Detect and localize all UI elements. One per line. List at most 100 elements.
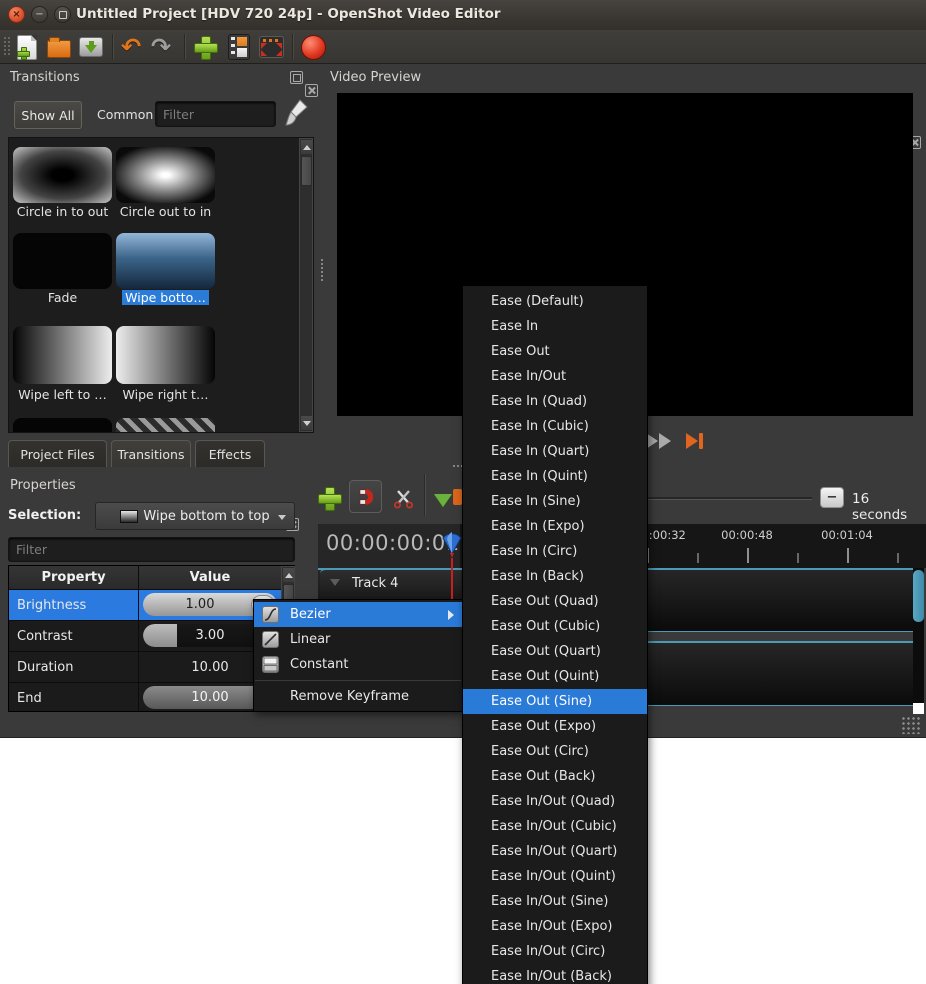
table-row-duration[interactable]: Duration 10.00 (9, 652, 281, 683)
menu-item-ease[interactable]: Ease In (Expo) (463, 514, 647, 539)
jump-end-icon (686, 433, 698, 449)
undo-button[interactable]: ↶ (118, 34, 144, 60)
transition-label-selected[interactable]: Wipe botto… (114, 290, 217, 305)
transition-thumb-partial-stripes[interactable] (116, 418, 215, 433)
properties-filter-input[interactable] (8, 537, 295, 562)
tab-project-files[interactable]: Project Files (8, 440, 107, 467)
transition-label[interactable]: Circle out to in (114, 204, 217, 219)
timeline-scrollbar-thumb[interactable] (913, 570, 924, 622)
scroll-down-arrow[interactable] (301, 416, 312, 430)
redo-button[interactable]: ↷ (148, 34, 174, 60)
menu-item-ease[interactable]: Ease In/Out (Quad) (463, 789, 647, 814)
save-project-button[interactable] (78, 34, 104, 60)
snapping-toggle-button[interactable] (349, 480, 382, 513)
menu-item-ease-out-sine-highlighted[interactable]: Ease Out (Sine) (463, 689, 647, 714)
add-media-button[interactable] (192, 34, 218, 60)
menu-item-ease[interactable]: Ease In (Back) (463, 564, 647, 589)
toolbar-separator (184, 34, 186, 59)
transition-thumb-wipe-left[interactable] (13, 326, 112, 384)
scroll-up-arrow[interactable] (283, 568, 294, 582)
menu-item-ease[interactable]: Ease In/Out (Quart) (463, 839, 647, 864)
playhead-marker-icon[interactable] (440, 529, 464, 559)
screenshot-root: × − Untitled Project [HDV 720 24p] - Ope… (0, 0, 926, 984)
menu-item-ease[interactable]: Ease In/Out (Back) (463, 964, 647, 984)
new-project-button[interactable] (14, 34, 40, 60)
menu-item-linear[interactable]: Linear (254, 627, 462, 652)
menu-item-ease[interactable]: Ease (Default) (463, 289, 647, 314)
fast-forward-button[interactable] (646, 433, 671, 449)
keyframe-context-menu: Bezier Linear Constant Remove Keyframe (253, 599, 463, 712)
export-video-button[interactable] (300, 34, 326, 60)
menu-separator (255, 680, 461, 681)
window-minimize-button[interactable]: − (31, 6, 48, 23)
table-row-brightness[interactable]: Brightness 1.00 (9, 590, 281, 621)
table-row-contrast[interactable]: Contrast 3.00 (9, 621, 281, 652)
common-button[interactable]: Common (93, 101, 157, 127)
menu-item-ease[interactable]: Ease In/Out (Expo) (463, 914, 647, 939)
transition-thumb-wipe-right[interactable] (116, 326, 215, 384)
menu-item-ease[interactable]: Ease In (463, 314, 647, 339)
header-value[interactable]: Value (139, 566, 281, 589)
menu-item-ease[interactable]: Ease Out (Cubic) (463, 614, 647, 639)
transition-label[interactable]: Fade (11, 290, 114, 305)
add-track-button[interactable] (316, 485, 342, 511)
transitions-scrollbar[interactable] (299, 138, 313, 432)
transition-thumb-circle-out[interactable] (116, 147, 215, 203)
transition-label[interactable]: Wipe left to … (11, 387, 114, 402)
menu-item-ease[interactable]: Ease In/Out (463, 364, 647, 389)
selection-dropdown[interactable]: Wipe bottom to top (95, 502, 295, 530)
transition-label[interactable]: Circle in to out (11, 204, 114, 219)
menu-item-ease[interactable]: Ease In/Out (Cubic) (463, 814, 647, 839)
title-editor-button[interactable] (226, 34, 252, 60)
transitions-filter-input[interactable] (155, 101, 276, 127)
property-name: Brightness (9, 590, 139, 620)
menu-item-ease[interactable]: Ease In (Sine) (463, 489, 647, 514)
window-resize-grip[interactable] (901, 716, 921, 734)
tab-transitions[interactable]: Transitions (111, 440, 191, 467)
header-property[interactable]: Property (9, 566, 139, 589)
next-marker-icon[interactable] (453, 489, 462, 505)
menu-item-ease[interactable]: Ease Out (Back) (463, 764, 647, 789)
track-collapse-icon[interactable] (330, 579, 340, 586)
vertical-splitter-handle[interactable] (320, 258, 325, 282)
window-close-button[interactable]: × (8, 6, 25, 23)
scrollbar-thumb[interactable] (301, 156, 312, 186)
panel-close-icon[interactable] (305, 84, 318, 97)
transition-thumb-circle-in[interactable] (13, 147, 112, 203)
clear-filter-brush-icon[interactable] (285, 98, 309, 128)
menu-item-ease[interactable]: Ease In (Quint) (463, 464, 647, 489)
menu-item-ease[interactable]: Ease In (Circ) (463, 539, 647, 564)
menu-item-ease[interactable]: Ease Out (Quart) (463, 639, 647, 664)
menu-item-ease[interactable]: Ease Out (Quad) (463, 589, 647, 614)
menu-item-ease[interactable]: Ease In (Quad) (463, 389, 647, 414)
ease-submenu: Ease (Default) Ease In Ease Out Ease In/… (462, 285, 648, 984)
menu-item-ease[interactable]: Ease Out (Quint) (463, 664, 647, 689)
menu-item-ease[interactable]: Ease Out (Circ) (463, 739, 647, 764)
menu-item-ease[interactable]: Ease In/Out (Quint) (463, 864, 647, 889)
menu-item-constant[interactable]: Constant (254, 652, 462, 677)
tab-effects[interactable]: Effects (195, 440, 265, 467)
menu-item-ease[interactable]: Ease In (Quart) (463, 439, 647, 464)
window-maximize-button[interactable] (54, 6, 71, 23)
menu-item-ease[interactable]: Ease In/Out (Circ) (463, 939, 647, 964)
jump-end-button[interactable] (686, 433, 703, 449)
transition-label[interactable]: Wipe right t… (114, 387, 217, 402)
zoom-out-button[interactable]: − (820, 487, 844, 508)
toolbar-grip[interactable] (3, 36, 10, 57)
panel-float-icon[interactable] (290, 71, 303, 84)
menu-item-ease[interactable]: Ease Out (Expo) (463, 714, 647, 739)
table-row-end[interactable]: End 10.00 (9, 683, 281, 712)
scroll-up-arrow[interactable] (301, 140, 312, 154)
menu-item-ease[interactable]: Ease In (Cubic) (463, 414, 647, 439)
menu-item-ease[interactable]: Ease Out (463, 339, 647, 364)
export-frame-button[interactable] (258, 34, 284, 60)
menu-item-bezier[interactable]: Bezier (254, 602, 462, 627)
open-project-button[interactable] (46, 34, 72, 60)
show-all-button[interactable]: Show All (14, 101, 82, 129)
transition-thumb-fade[interactable] (13, 233, 112, 289)
transition-thumb-partial[interactable] (13, 418, 112, 433)
menu-item-ease[interactable]: Ease In/Out (Sine) (463, 889, 647, 914)
razor-tool-button[interactable] (390, 485, 416, 511)
transition-thumb-wipe-bottom-selected[interactable] (116, 233, 215, 289)
menu-item-remove-keyframe[interactable]: Remove Keyframe (254, 684, 462, 709)
